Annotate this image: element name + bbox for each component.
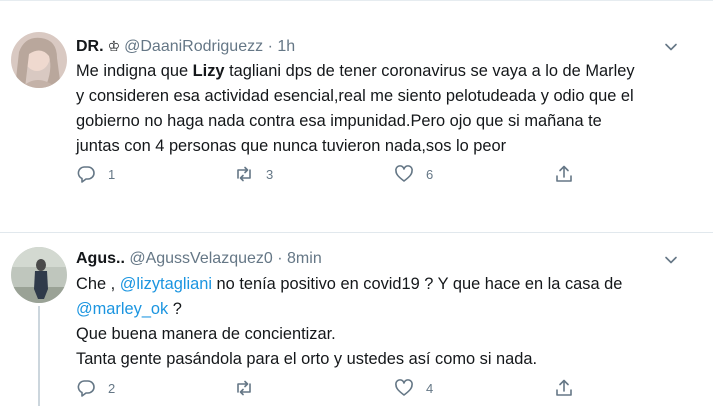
chevron-down-icon[interactable] (664, 40, 678, 54)
text-segment: tagliani dps de tener coronavirus se vay… (224, 62, 635, 80)
retweet-button[interactable] (234, 376, 266, 400)
tweet-actions: 2 4 (76, 376, 596, 400)
tweet-header: DR. ♔ @DaaniRodriguezz · 1h (76, 36, 295, 57)
timestamp[interactable]: 1h (277, 38, 295, 55)
like-button[interactable]: 4 (394, 376, 433, 400)
author-handle[interactable]: @AgussVelazquez0 (129, 250, 272, 267)
mention-link[interactable]: @marley_ok (76, 300, 168, 318)
text-segment: Me indigna que (76, 62, 193, 80)
tweet-actions: 1 3 6 (76, 162, 596, 186)
text-line: y consideren esa actividad esencial,real… (76, 87, 634, 105)
share-icon (554, 164, 574, 184)
crown-badge: ♔ (107, 38, 121, 54)
author-handle[interactable]: @DaaniRodriguezz (124, 38, 263, 55)
text-line: @marley_ok ? (76, 297, 701, 322)
text-line: Me indigna que Lizy tagliani dps de tene… (76, 59, 701, 84)
retweet-count: 3 (266, 166, 274, 182)
reply-count: 1 (108, 166, 116, 182)
timestamp[interactable]: 8min (287, 250, 322, 267)
reply-count: 2 (108, 380, 116, 396)
heart-icon (394, 378, 414, 398)
separator: · (277, 250, 283, 267)
text-segment: Che , (76, 275, 120, 293)
heart-icon (394, 164, 414, 184)
text-segment: no tenía positivo en covid19 ? Y que hac… (212, 275, 623, 293)
retweet-icon (234, 378, 254, 398)
reply-icon (76, 378, 96, 398)
separator: · (267, 38, 273, 55)
share-button[interactable] (554, 376, 574, 400)
retweet-button[interactable]: 3 (234, 162, 273, 186)
like-count: 4 (426, 380, 434, 396)
text-line: Che , @lizytagliani no tenía positivo en… (76, 272, 701, 297)
reply-icon (76, 164, 96, 184)
text-line: Que buena manera de concientizar. (76, 325, 336, 343)
text-line: gobierno no haga nada contra esa impunid… (76, 112, 602, 130)
tweet-header: Agus.. @AgussVelazquez0 · 8min (76, 249, 322, 269)
chevron-down-icon[interactable] (664, 253, 678, 267)
like-count: 6 (426, 166, 434, 182)
avatar[interactable] (11, 32, 67, 88)
mention-link[interactable]: @lizytagliani (120, 275, 212, 293)
author-name[interactable]: DR. (76, 38, 104, 55)
text-line: Tanta gente pasándola para el orto y ust… (76, 350, 538, 368)
like-button[interactable]: 6 (394, 162, 433, 186)
reply-button[interactable]: 1 (76, 162, 115, 186)
text-segment: ? (168, 300, 182, 318)
thread-line (38, 306, 40, 406)
author-name[interactable]: Agus.. (76, 250, 125, 267)
share-icon (554, 378, 574, 398)
tweet-text: Che , @lizytagliani no tenía positivo en… (76, 272, 701, 372)
avatar[interactable] (11, 247, 67, 303)
retweet-icon (234, 164, 254, 184)
share-button[interactable] (554, 162, 574, 186)
reply-button[interactable]: 2 (76, 376, 115, 400)
tweet-text: Me indigna que Lizy tagliani dps de tene… (76, 59, 701, 159)
text-line: juntas con 4 personas que nunca tuvieron… (76, 137, 507, 155)
bold-text: Lizy (192, 62, 225, 80)
